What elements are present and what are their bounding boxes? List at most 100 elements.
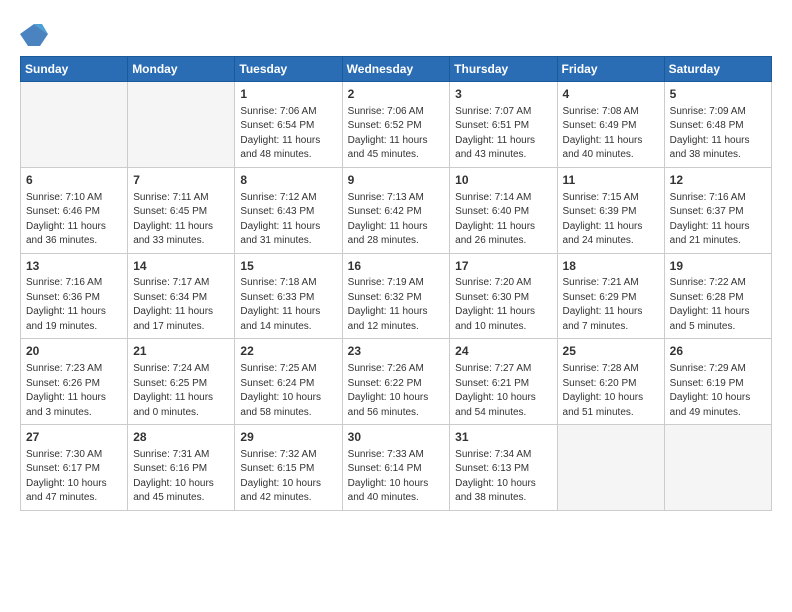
cell-content: Sunrise: 7:23 AMSunset: 6:26 PMDaylight:… [26, 362, 122, 420]
cell-content: Sunrise: 7:21 AMSunset: 6:29 PMDaylight:… [563, 276, 659, 334]
weekday-header-sunday: Sunday [21, 57, 128, 82]
calendar-cell: 18Sunrise: 7:21 AMSunset: 6:29 PMDayligh… [557, 253, 664, 339]
calendar-cell: 6 Sunrise: 7:10 AMSunset: 6:46 PMDaylight… [21, 167, 128, 253]
cell-content: Sunrise: 7:13 AMSunset: 6:42 PMDaylight:… [348, 191, 445, 249]
calendar-cell: 12 Sunrise: 7:16 AMSunset: 6:37 PMDayligh… [664, 167, 771, 253]
day-number: 22 [240, 343, 336, 360]
cell-content: Sunrise: 7:16 AMSunset: 6:36 PMDaylight:… [26, 276, 122, 334]
day-number: 8 [240, 172, 336, 189]
day-number: 6 [26, 172, 122, 189]
cell-content: Sunrise: 7:26 AMSunset: 6:22 PMDaylight:… [348, 362, 445, 420]
calendar-cell: 17Sunrise: 7:20 AMSunset: 6:30 PMDayligh… [450, 253, 557, 339]
weekday-header-tuesday: Tuesday [235, 57, 342, 82]
calendar-week-5: 27 Sunrise: 7:30 AMSunset: 6:17 PMDayligh… [21, 425, 772, 511]
calendar-cell: 26 Sunrise: 7:29 AMSunset: 6:19 PMDayligh… [664, 339, 771, 425]
cell-content: Sunrise: 7:08 AMSunset: 6:49 PMDaylight:… [563, 105, 659, 163]
calendar-cell: 25 Sunrise: 7:28 AMSunset: 6:20 PMDayligh… [557, 339, 664, 425]
cell-content: Sunrise: 7:06 AMSunset: 6:54 PMDaylight:… [240, 105, 336, 163]
cell-content: Sunrise: 7:22 AMSunset: 6:28 PMDaylight:… [670, 276, 766, 334]
calendar-cell: 2 Sunrise: 7:06 AMSunset: 6:52 PMDaylight… [342, 82, 450, 168]
cell-content: Sunrise: 7:29 AMSunset: 6:19 PMDaylight:… [670, 362, 766, 420]
day-number: 19 [670, 258, 766, 275]
day-number: 7 [133, 172, 229, 189]
day-number: 16 [348, 258, 445, 275]
calendar-cell: 8 Sunrise: 7:12 AMSunset: 6:43 PMDaylight… [235, 167, 342, 253]
cell-content: Sunrise: 7:18 AMSunset: 6:33 PMDaylight:… [240, 276, 336, 334]
day-number: 31 [455, 429, 551, 446]
calendar-cell: 24 Sunrise: 7:27 AMSunset: 6:21 PMDayligh… [450, 339, 557, 425]
calendar-cell: 16Sunrise: 7:19 AMSunset: 6:32 PMDayligh… [342, 253, 450, 339]
cell-content: Sunrise: 7:34 AMSunset: 6:13 PMDaylight:… [455, 448, 551, 506]
cell-content: Sunrise: 7:20 AMSunset: 6:30 PMDaylight:… [455, 276, 551, 334]
calendar-cell [557, 425, 664, 511]
cell-content: Sunrise: 7:28 AMSunset: 6:20 PMDaylight:… [563, 362, 659, 420]
calendar-cell: 23 Sunrise: 7:26 AMSunset: 6:22 PMDayligh… [342, 339, 450, 425]
day-number: 5 [670, 86, 766, 103]
cell-content: Sunrise: 7:12 AMSunset: 6:43 PMDaylight:… [240, 191, 336, 249]
cell-content: Sunrise: 7:15 AMSunset: 6:39 PMDaylight:… [563, 191, 659, 249]
day-number: 27 [26, 429, 122, 446]
calendar-cell: 31 Sunrise: 7:34 AMSunset: 6:13 PMDayligh… [450, 425, 557, 511]
cell-content: Sunrise: 7:11 AMSunset: 6:45 PMDaylight:… [133, 191, 229, 249]
calendar-cell: 11 Sunrise: 7:15 AMSunset: 6:39 PMDayligh… [557, 167, 664, 253]
cell-content: Sunrise: 7:19 AMSunset: 6:32 PMDaylight:… [348, 276, 445, 334]
cell-content: Sunrise: 7:27 AMSunset: 6:21 PMDaylight:… [455, 362, 551, 420]
weekday-row: SundayMondayTuesdayWednesdayThursdayFrid… [21, 57, 772, 82]
calendar-cell: 20 Sunrise: 7:23 AMSunset: 6:26 PMDayligh… [21, 339, 128, 425]
header [20, 16, 772, 48]
day-number: 3 [455, 86, 551, 103]
day-number: 25 [563, 343, 659, 360]
cell-content: Sunrise: 7:33 AMSunset: 6:14 PMDaylight:… [348, 448, 445, 506]
calendar-cell: 14Sunrise: 7:17 AMSunset: 6:34 PMDayligh… [128, 253, 235, 339]
calendar-week-4: 20 Sunrise: 7:23 AMSunset: 6:26 PMDayligh… [21, 339, 772, 425]
calendar-cell [664, 425, 771, 511]
day-number: 24 [455, 343, 551, 360]
calendar-cell: 28Sunrise: 7:31 AMSunset: 6:16 PMDayligh… [128, 425, 235, 511]
cell-content: Sunrise: 7:06 AMSunset: 6:52 PMDaylight:… [348, 105, 445, 163]
calendar-cell: 21 Sunrise: 7:24 AMSunset: 6:25 PMDayligh… [128, 339, 235, 425]
calendar-cell: 27 Sunrise: 7:30 AMSunset: 6:17 PMDayligh… [21, 425, 128, 511]
cell-content: Sunrise: 7:14 AMSunset: 6:40 PMDaylight:… [455, 191, 551, 249]
day-number: 2 [348, 86, 445, 103]
logo [20, 20, 52, 48]
cell-content: Sunrise: 7:25 AMSunset: 6:24 PMDaylight:… [240, 362, 336, 420]
cell-content: Sunrise: 7:16 AMSunset: 6:37 PMDaylight:… [670, 191, 766, 249]
calendar-week-1: 1 Sunrise: 7:06 AMSunset: 6:54 PMDaylight… [21, 82, 772, 168]
day-number: 18 [563, 258, 659, 275]
calendar-body: 1 Sunrise: 7:06 AMSunset: 6:54 PMDaylight… [21, 82, 772, 511]
day-number: 1 [240, 86, 336, 103]
cell-content: Sunrise: 7:09 AMSunset: 6:48 PMDaylight:… [670, 105, 766, 163]
calendar-cell: 15Sunrise: 7:18 AMSunset: 6:33 PMDayligh… [235, 253, 342, 339]
calendar-cell: 30Sunrise: 7:33 AMSunset: 6:14 PMDayligh… [342, 425, 450, 511]
day-number: 12 [670, 172, 766, 189]
calendar-cell: 22 Sunrise: 7:25 AMSunset: 6:24 PMDayligh… [235, 339, 342, 425]
calendar-cell: 4 Sunrise: 7:08 AMSunset: 6:49 PMDaylight… [557, 82, 664, 168]
day-number: 21 [133, 343, 229, 360]
calendar-cell: 9Sunrise: 7:13 AMSunset: 6:42 PMDaylight… [342, 167, 450, 253]
day-number: 20 [26, 343, 122, 360]
weekday-header-wednesday: Wednesday [342, 57, 450, 82]
day-number: 11 [563, 172, 659, 189]
calendar-cell: 10 Sunrise: 7:14 AMSunset: 6:40 PMDayligh… [450, 167, 557, 253]
calendar-cell: 13Sunrise: 7:16 AMSunset: 6:36 PMDayligh… [21, 253, 128, 339]
weekday-header-friday: Friday [557, 57, 664, 82]
day-number: 13 [26, 258, 122, 275]
cell-content: Sunrise: 7:24 AMSunset: 6:25 PMDaylight:… [133, 362, 229, 420]
calendar-cell: 29Sunrise: 7:32 AMSunset: 6:15 PMDayligh… [235, 425, 342, 511]
weekday-header-monday: Monday [128, 57, 235, 82]
calendar-cell [21, 82, 128, 168]
day-number: 29 [240, 429, 336, 446]
day-number: 28 [133, 429, 229, 446]
cell-content: Sunrise: 7:30 AMSunset: 6:17 PMDaylight:… [26, 448, 122, 506]
day-number: 26 [670, 343, 766, 360]
calendar-week-3: 13Sunrise: 7:16 AMSunset: 6:36 PMDayligh… [21, 253, 772, 339]
cell-content: Sunrise: 7:10 AMSunset: 6:46 PMDaylight:… [26, 191, 122, 249]
cell-content: Sunrise: 7:07 AMSunset: 6:51 PMDaylight:… [455, 105, 551, 163]
calendar-cell: 3 Sunrise: 7:07 AMSunset: 6:51 PMDaylight… [450, 82, 557, 168]
day-number: 23 [348, 343, 445, 360]
calendar-cell: 7 Sunrise: 7:11 AMSunset: 6:45 PMDaylight… [128, 167, 235, 253]
day-number: 10 [455, 172, 551, 189]
day-number: 4 [563, 86, 659, 103]
cell-content: Sunrise: 7:17 AMSunset: 6:34 PMDaylight:… [133, 276, 229, 334]
logo-icon [20, 20, 48, 48]
